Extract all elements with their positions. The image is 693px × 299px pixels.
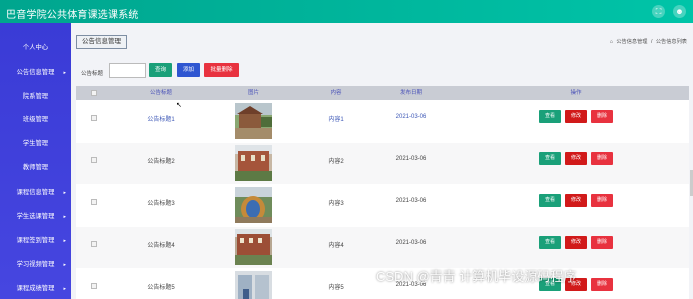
delete-button[interactable]: 删除 <box>591 194 613 207</box>
home-icon[interactable]: ⌂ <box>610 39 613 45</box>
table-row: 公告标题4 内容4 2021-03-06 查看 修改 删除 <box>76 227 689 268</box>
chevron-right-icon: ▸ <box>63 70 66 76</box>
sidebar-item-label: 学生管理 <box>22 140 49 147</box>
select-all-checkbox[interactable] <box>91 90 97 96</box>
sidebar-item-label: 课程成绩管理 <box>16 285 55 292</box>
sidebar-item-class-management[interactable]: 班级管理 <box>0 113 71 127</box>
column-header-title[interactable]: 公告标题 <box>131 86 191 100</box>
add-button[interactable]: 添加 <box>177 63 200 77</box>
table-row: 公告标题3 内容3 2021-03-06 查看 修改 删除 <box>76 185 689 226</box>
notice-image <box>235 187 272 223</box>
sidebar-item-label: 个人中心 <box>22 44 49 51</box>
top-bar: 巴音学院公共体育课选课系统 ⛶ ☻ <box>0 0 693 23</box>
sidebar-item-label: 院系管理 <box>22 93 49 100</box>
notice-content-cell[interactable]: 内容1 <box>316 114 356 123</box>
chevron-right-icon: ▸ <box>63 190 66 196</box>
notice-content-cell[interactable]: 内容3 <box>316 198 356 207</box>
chevron-right-icon: ▸ <box>63 214 66 220</box>
sidebar-item-label: 班级管理 <box>22 116 49 123</box>
delete-button[interactable]: 删除 <box>591 152 613 165</box>
chevron-right-icon: ▸ <box>63 238 66 244</box>
sidebar-item-personal-center[interactable]: 个人中心 <box>0 41 71 55</box>
sidebar-item-label: 公告信息管理 <box>16 69 55 76</box>
notice-title-cell[interactable]: 公告标题4 <box>131 240 191 249</box>
notice-title-cell[interactable]: 公告标题5 <box>131 282 191 291</box>
delete-button[interactable]: 删除 <box>591 110 613 123</box>
notice-title-cell[interactable]: 公告标题2 <box>131 156 191 165</box>
view-button[interactable]: 查看 <box>539 110 561 123</box>
notice-title-cell[interactable]: 公告标题1 <box>131 114 191 123</box>
row-checkbox[interactable] <box>91 283 97 289</box>
row-checkbox[interactable] <box>91 241 97 247</box>
user-icon[interactable]: ☻ <box>673 5 686 18</box>
mouse-cursor-icon: ↖ <box>176 102 182 109</box>
view-button[interactable]: 查看 <box>539 152 561 165</box>
main-content: 公告信息管理 ⌂ 公告信息管理 / 公告信息列表 公告标题 查询 添加 批量删除… <box>71 23 693 299</box>
sidebar-item-label: 课程签到管理 <box>16 237 55 244</box>
edit-button[interactable]: 修改 <box>565 110 587 123</box>
sidebar-item-label: 教师管理 <box>22 164 49 171</box>
search-input[interactable] <box>109 63 146 78</box>
edit-button[interactable]: 修改 <box>565 194 587 207</box>
view-button[interactable]: 查看 <box>539 194 561 207</box>
sidebar-item-label: 学习视频管理 <box>16 261 55 268</box>
breadcrumb-separator: / <box>650 39 653 45</box>
chevron-right-icon: ▸ <box>63 262 66 268</box>
search-label: 公告标题 <box>81 71 104 77</box>
sidebar-item-notice-management[interactable]: 公告信息管理 ▸ <box>0 66 71 80</box>
column-header-date[interactable]: 发布日期 <box>381 86 441 100</box>
notice-image <box>235 145 272 181</box>
sidebar: 个人中心 公告信息管理 ▸ 院系管理 班级管理 学生管理 教师管理 课程信息管理 ▸… <box>0 23 71 299</box>
notice-date-cell: 2021-03-06 <box>395 240 427 246</box>
notice-title-cell[interactable]: 公告标题3 <box>131 198 191 207</box>
sidebar-item-student-management[interactable]: 学生管理 <box>0 137 71 151</box>
column-header-actions: 操作 <box>570 90 582 96</box>
table-row: 公告标题2 内容2 2021-03-06 查看 修改 删除 <box>76 143 689 184</box>
sidebar-item-score-management[interactable]: 课程成绩管理 ▸ <box>0 282 71 296</box>
notice-content-cell[interactable]: 内容5 <box>316 282 356 291</box>
table-header: 公告标题 图片 内容 发布日期 操作 <box>76 86 689 100</box>
delete-button[interactable]: 删除 <box>591 236 613 249</box>
breadcrumb-item[interactable]: 公告信息管理 <box>616 39 647 45</box>
sidebar-item-department-management[interactable]: 院系管理 <box>0 90 71 104</box>
sidebar-item-label: 课程信息管理 <box>16 189 55 196</box>
watermark: CSDN @青青 计算机毕设源码程序 <box>376 269 577 284</box>
notice-content-cell[interactable]: 内容2 <box>316 156 356 165</box>
tab-notice-management[interactable]: 公告信息管理 <box>76 35 127 49</box>
sidebar-item-course-info-management[interactable]: 课程信息管理 ▸ <box>0 186 71 200</box>
sidebar-item-teacher-management[interactable]: 教师管理 <box>0 161 71 175</box>
notice-image <box>235 271 272 299</box>
app-title: 巴音学院公共体育课选课系统 <box>6 10 139 21</box>
breadcrumb: ⌂ 公告信息管理 / 公告信息列表 <box>608 38 687 45</box>
batch-delete-button[interactable]: 批量删除 <box>204 63 239 77</box>
delete-button[interactable]: 删除 <box>591 278 613 291</box>
notice-date-cell: 2021-03-06 <box>395 198 427 204</box>
breadcrumb-item: 公告信息列表 <box>655 39 687 45</box>
notice-date-cell: 2021-03-06 <box>395 114 427 120</box>
expand-icon[interactable]: ⛶ <box>652 5 665 18</box>
sidebar-item-course-selection-management[interactable]: 学生选课管理 ▸ <box>0 210 71 224</box>
query-button[interactable]: 查询 <box>149 63 172 77</box>
edit-button[interactable]: 修改 <box>565 152 587 165</box>
sidebar-item-sign-in-management[interactable]: 课程签到管理 ▸ <box>0 234 71 248</box>
notice-image <box>235 103 272 139</box>
chevron-right-icon: ▸ <box>63 286 66 292</box>
row-checkbox[interactable] <box>91 115 97 121</box>
column-header-content[interactable]: 内容 <box>316 86 356 100</box>
notice-image <box>235 229 272 265</box>
edit-button[interactable]: 修改 <box>565 236 587 249</box>
row-checkbox[interactable] <box>91 199 97 205</box>
sidebar-item-label: 学生选课管理 <box>16 213 55 220</box>
notice-content-cell[interactable]: 内容4 <box>316 240 356 249</box>
table-row: 公告标题1 内容1 2021-03-06 查看 修改 删除 <box>76 101 689 142</box>
row-checkbox[interactable] <box>91 157 97 163</box>
view-button[interactable]: 查看 <box>539 236 561 249</box>
notice-date-cell: 2021-03-06 <box>395 156 427 162</box>
column-header-image: 图片 <box>247 90 259 96</box>
sidebar-item-video-management[interactable]: 学习视频管理 ▸ <box>0 258 71 272</box>
